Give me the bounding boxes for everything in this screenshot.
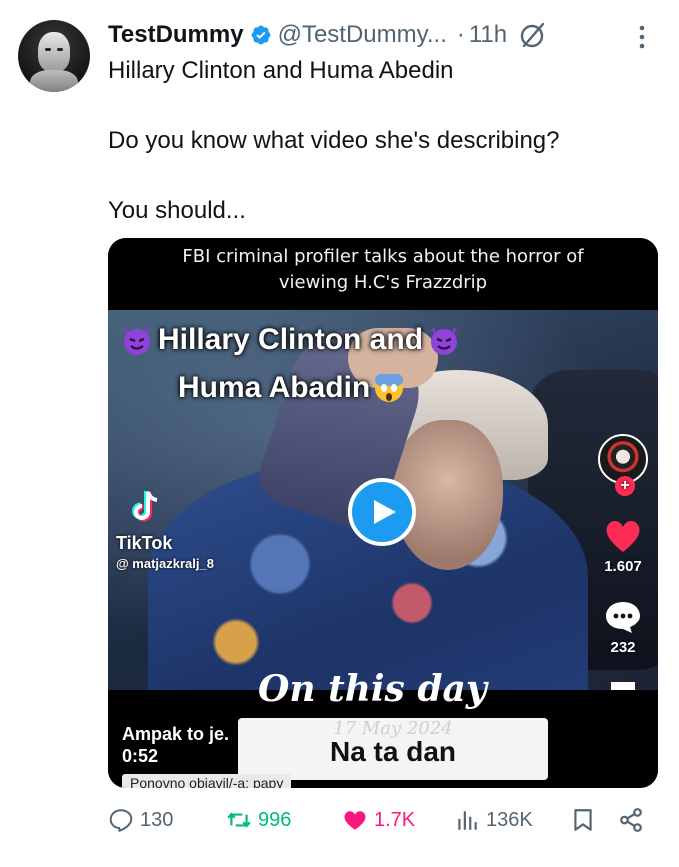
- views-icon: [458, 811, 477, 830]
- repost-strip: Ponovno objavil/-a: papy: [122, 774, 292, 788]
- overlay-line: Huma Abadin: [178, 371, 371, 404]
- na-ta-dan-label: Na ta dan: [329, 736, 457, 767]
- action-bar: 130 996 1.7K 136K: [108, 802, 648, 838]
- scream-emoji-icon: [375, 374, 404, 402]
- tiktok-brand: TikTok: [116, 533, 173, 553]
- tiktok-logo-icon: [132, 491, 158, 522]
- video-player[interactable]: FBI criminal profiler talks about the ho…: [108, 238, 658, 788]
- tweet-line: Hillary Clinton and Huma Abedin: [108, 57, 454, 84]
- separator-dot: ·: [456, 21, 465, 48]
- follow-plus-icon: +: [615, 476, 635, 496]
- comment-icon: [606, 602, 640, 633]
- views-button[interactable]: 136K: [454, 807, 533, 833]
- tweet-time[interactable]: 11h: [469, 21, 507, 49]
- like-icon: [344, 811, 366, 830]
- video-duration: 0:52: [122, 746, 159, 766]
- reply-icon: [109, 809, 133, 832]
- banner-line: viewing H.C's Frazzdrip: [278, 272, 488, 293]
- video-overlay-title: Hillary Clinton and Huma Abadin: [116, 316, 465, 412]
- like-button[interactable]: 1.7K: [342, 807, 415, 833]
- play-button[interactable]: [348, 478, 416, 546]
- video-caption: Ampak to je.: [122, 724, 230, 744]
- on-this-day-label: On this day: [258, 668, 487, 710]
- date-box: 17 May 2024 Na ta dan: [238, 718, 548, 780]
- reply-count: 130: [140, 808, 174, 831]
- share-button[interactable]: [618, 807, 650, 833]
- avatar-eye: [45, 48, 51, 51]
- devil-emoji-icon: [431, 326, 458, 355]
- avatar-eye: [57, 48, 63, 51]
- author-handle[interactable]: @TestDummy...: [278, 21, 447, 49]
- tweet-line: Do you know what video she's describing?: [108, 127, 560, 154]
- repost-count: 996: [258, 808, 292, 831]
- tweet-header: TestDummy @TestDummy... · 11h: [108, 18, 547, 52]
- avatar-head: [38, 32, 70, 72]
- overlay-line: Hillary Clinton and: [158, 323, 424, 356]
- avatar[interactable]: [18, 20, 90, 92]
- grok-icon[interactable]: [519, 21, 547, 49]
- reply-button[interactable]: 130: [108, 807, 173, 833]
- devil-emoji-icon: [124, 326, 150, 355]
- tiktok-comment-count: 232: [610, 639, 636, 656]
- bookmark-button[interactable]: [570, 807, 602, 833]
- repost-button[interactable]: 996: [226, 807, 291, 833]
- share-icon: [620, 808, 642, 832]
- more-icon[interactable]: [637, 24, 647, 50]
- video-banner: FBI criminal profiler talks about the ho…: [108, 238, 658, 310]
- tiktok-watermark: TikTok @ matjazkralj_8: [116, 488, 214, 571]
- banner-line: FBI criminal profiler talks about the ho…: [182, 246, 584, 267]
- repost-icon: [227, 812, 251, 828]
- tweet-line: You should...: [108, 197, 246, 224]
- avatar-body: [30, 70, 78, 92]
- views-count: 136K: [486, 808, 533, 831]
- save-icon: [574, 809, 592, 831]
- verified-badge-icon: [251, 25, 270, 45]
- tiktok-creator-avatar: +: [598, 434, 648, 496]
- play-icon: [374, 500, 396, 524]
- tiktok-like-count: 1.607: [604, 558, 642, 575]
- heart-icon: [606, 521, 640, 552]
- tiktok-username: @ matjazkralj_8: [116, 556, 214, 571]
- author-name[interactable]: TestDummy: [108, 21, 244, 49]
- like-count: 1.7K: [374, 808, 416, 831]
